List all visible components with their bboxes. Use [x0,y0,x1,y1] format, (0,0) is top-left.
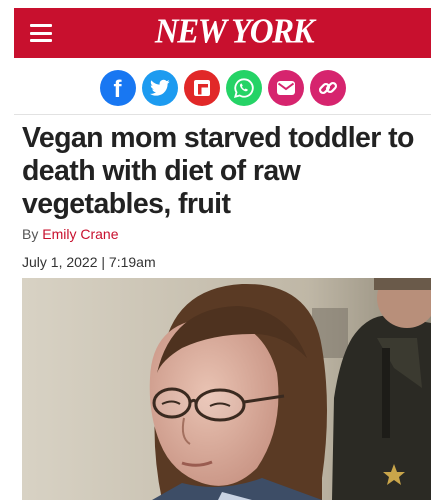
flipboard-icon [193,80,210,96]
divider [14,114,431,115]
article-photo[interactable] [22,278,431,500]
article-headline: Vegan mom starved toddler to death with … [22,122,414,220]
copy-link-button[interactable] [309,70,346,106]
site-logo[interactable]: NEW YORK POST [114,11,354,93]
email-icon [276,81,295,95]
whatsapp-icon [233,78,254,99]
facebook-icon: f [113,76,122,103]
flipboard-share-button[interactable] [183,70,220,106]
menu-icon[interactable] [30,24,52,42]
publish-time: 7:19am [108,254,156,270]
publish-date: July 1, 2022 [22,254,98,270]
email-share-button[interactable] [267,70,304,106]
author-link[interactable]: Emily Crane [42,226,118,242]
publish-dateline: July 1, 2022 | 7:19am [22,254,156,270]
twitter-icon [149,79,170,96]
byline: By Emily Crane [22,226,118,242]
courtroom-photo-illustration [22,278,431,500]
share-bar: f [0,70,431,108]
masthead: NEW YORK POST [14,8,431,93]
whatsapp-share-button[interactable] [225,70,262,106]
date-separator: | [101,254,109,270]
facebook-share-button[interactable]: f [99,70,136,106]
link-icon [318,81,337,95]
twitter-share-button[interactable] [141,70,178,106]
byline-prefix: By [22,226,39,242]
